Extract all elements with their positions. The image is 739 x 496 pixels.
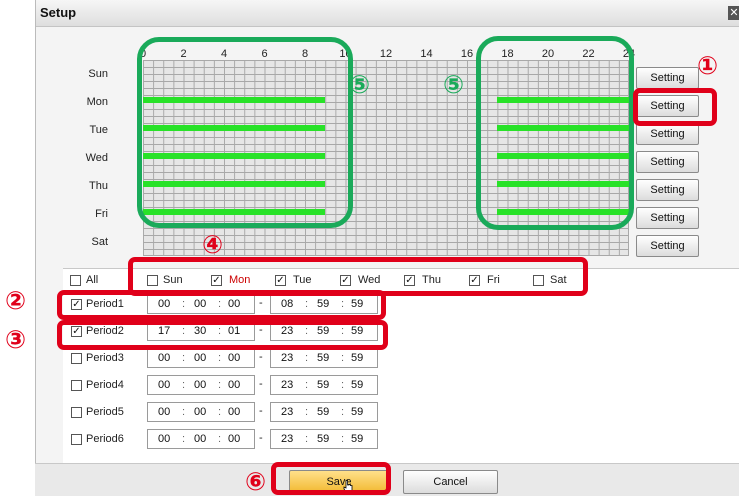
cancel-button[interactable]: Cancel (403, 470, 498, 494)
close-icon[interactable]: ✕ (728, 6, 739, 20)
period-start-time-input[interactable]: 00:00:00 (147, 348, 255, 368)
time-field: 59 (351, 406, 364, 418)
annotation-green-box-right (476, 36, 634, 230)
annotation-number-1: ① (697, 51, 719, 80)
annotation-number-4: ④ (202, 230, 224, 259)
setting-button-sat[interactable]: Setting (636, 235, 699, 257)
annotation-red-box-period1 (57, 290, 386, 320)
setting-button-thu[interactable]: Setting (636, 179, 699, 201)
time-field: 23 (281, 352, 294, 364)
time-field: 59 (351, 433, 364, 445)
day-label-wed: Wed (85, 152, 108, 164)
time-field: 23 (281, 433, 294, 445)
time-separator: : (218, 406, 222, 418)
hour-label: 16 (460, 48, 474, 60)
day-label-sat: Sat (91, 236, 108, 248)
time-separator: : (305, 379, 309, 391)
period-end-time-input[interactable]: 23:59:59 (270, 429, 378, 449)
day-label-fri: Fri (95, 208, 108, 220)
period-label: Period3 (86, 352, 124, 364)
period-end-time-input[interactable]: 23:59:59 (270, 375, 378, 395)
annotation-red-box-setting (633, 88, 717, 126)
time-separator: : (341, 433, 345, 445)
day-checkbox-label: All (86, 274, 99, 286)
time-field: 00 (158, 433, 171, 445)
time-field: 00 (158, 406, 171, 418)
annotation-number-6: ⑥ (245, 467, 267, 496)
period-start-time-input[interactable]: 00:00:00 (147, 429, 255, 449)
annotation-green-box-left (137, 37, 353, 228)
period-end-time-input[interactable]: 23:59:59 (270, 402, 378, 422)
period-start-time-input[interactable]: 00:00:00 (147, 402, 255, 422)
time-separator: : (341, 352, 345, 364)
range-separator: - (259, 378, 263, 390)
annotation-red-box-save (271, 462, 391, 495)
setting-button-wed[interactable]: Setting (636, 151, 699, 173)
day-label-sun: Sun (88, 68, 108, 80)
time-field: 00 (228, 352, 241, 364)
dialog-title: Setup (40, 5, 77, 20)
setting-button-sun[interactable]: Setting (636, 67, 699, 89)
time-field: 59 (351, 352, 364, 364)
period-start-time-input[interactable]: 00:00:00 (147, 375, 255, 395)
time-separator: : (218, 379, 222, 391)
time-field: 00 (228, 406, 241, 418)
time-field: 59 (317, 406, 330, 418)
annotation-number-2: ② (5, 286, 27, 315)
time-field: 23 (281, 406, 294, 418)
time-separator: : (305, 433, 309, 445)
range-separator: - (259, 432, 263, 444)
time-field: 00 (194, 406, 207, 418)
day-label-thu: Thu (89, 180, 108, 192)
time-separator: : (182, 433, 186, 445)
time-field: 00 (158, 379, 171, 391)
time-field: 00 (194, 379, 207, 391)
hour-label: 14 (420, 48, 433, 60)
time-separator: : (218, 433, 222, 445)
time-field: 00 (228, 433, 241, 445)
period-label: Period4 (86, 379, 124, 391)
period-checkbox-6[interactable] (71, 434, 82, 445)
period-label: Period5 (86, 406, 124, 418)
day-checkbox-all[interactable] (70, 275, 81, 286)
annotation-number-5-left: ⑤ (349, 70, 371, 99)
time-field: 00 (194, 433, 207, 445)
period-checkbox-4[interactable] (71, 380, 82, 391)
setting-button-fri[interactable]: Setting (636, 207, 699, 229)
time-field: 59 (351, 379, 364, 391)
time-field: 00 (194, 352, 207, 364)
period-checkbox-5[interactable] (71, 407, 82, 418)
time-separator: : (218, 352, 222, 364)
hour-label: 12 (379, 48, 393, 60)
setting-button-tue[interactable]: Setting (636, 123, 699, 145)
time-separator: : (341, 379, 345, 391)
time-field: 59 (317, 433, 330, 445)
title-bar: Setup ✕ (36, 0, 739, 27)
time-field: 23 (281, 379, 294, 391)
time-separator: : (182, 379, 186, 391)
period-end-time-input[interactable]: 23:59:59 (270, 348, 378, 368)
day-label-mon: Mon (86, 96, 108, 108)
period-label: Period6 (86, 433, 124, 445)
time-field: 00 (158, 352, 171, 364)
period-checkbox-3[interactable] (71, 353, 82, 364)
annotation-number-3: ③ (5, 325, 27, 354)
time-field: 59 (317, 352, 330, 364)
time-separator: : (305, 406, 309, 418)
range-separator: - (259, 351, 263, 363)
time-separator: : (182, 352, 186, 364)
day-label-tue: Tue (89, 124, 108, 136)
time-separator: : (341, 406, 345, 418)
range-separator: - (259, 405, 263, 417)
annotation-number-5-right: ⑤ (443, 70, 465, 99)
time-separator: : (182, 406, 186, 418)
time-field: 59 (317, 379, 330, 391)
time-separator: : (305, 352, 309, 364)
annotation-red-box-period2 (57, 320, 388, 350)
time-field: 00 (228, 379, 241, 391)
